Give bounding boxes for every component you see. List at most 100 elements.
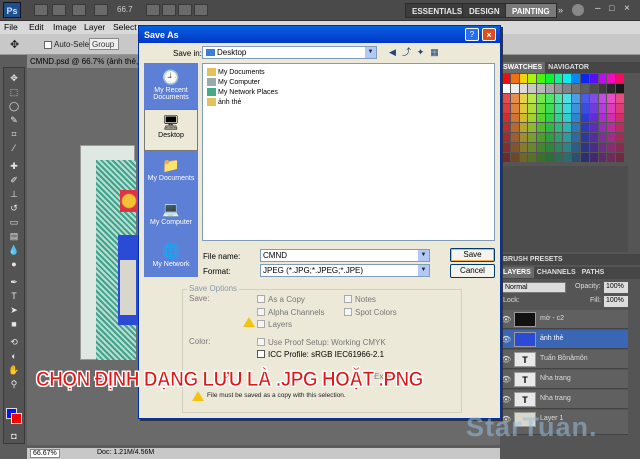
swatch[interactable]: [563, 143, 572, 153]
swatch[interactable]: [616, 153, 624, 162]
document-tab[interactable]: CMND.psd @ 66.7% (ảnh thẻ, RGB/8) *: [27, 55, 147, 68]
swatch[interactable]: [598, 133, 607, 143]
menu-edit[interactable]: Edit: [29, 22, 44, 32]
swatch[interactable]: [598, 143, 607, 153]
swatch[interactable]: [554, 113, 563, 123]
background-color[interactable]: [11, 413, 22, 424]
swatch[interactable]: [519, 153, 528, 162]
workspace-more-icon[interactable]: »: [558, 5, 563, 15]
place-my-network[interactable]: 🌐 My Network: [144, 239, 198, 281]
list-item[interactable]: My Computer: [207, 78, 260, 86]
swatch[interactable]: [528, 113, 537, 123]
swatch[interactable]: [554, 83, 563, 93]
menu-select[interactable]: Select: [113, 22, 137, 32]
hand-tool-icon[interactable]: ✋: [7, 364, 21, 376]
swatch[interactable]: [581, 83, 589, 93]
swatch[interactable]: [572, 74, 581, 83]
fill-field[interactable]: 100%: [604, 296, 628, 307]
swatch[interactable]: [554, 74, 563, 83]
swatch[interactable]: [581, 103, 589, 113]
tab-navigator[interactable]: NAVIGATOR: [545, 62, 592, 73]
blur-tool-icon[interactable]: 💧: [7, 244, 21, 256]
swatch[interactable]: [537, 74, 545, 83]
chevron-down-icon[interactable]: ▼: [418, 265, 429, 276]
hand-icon[interactable]: [146, 4, 160, 16]
eye-icon[interactable]: 👁: [501, 395, 511, 404]
swatch[interactable]: [563, 93, 572, 103]
icc-profile-checkbox[interactable]: [257, 350, 265, 358]
file-name-input[interactable]: CMND ▼: [260, 249, 430, 262]
chevron-down-icon[interactable]: ▼: [418, 250, 429, 261]
swatch[interactable]: [563, 123, 572, 133]
swatch[interactable]: [589, 123, 598, 133]
swatch[interactable]: [528, 143, 537, 153]
format-select[interactable]: JPEG (*.JPG;*.JPEG;*.JPE) ▼: [260, 264, 430, 277]
swatch[interactable]: [607, 83, 616, 93]
swatch[interactable]: [502, 113, 510, 123]
swatch[interactable]: [502, 123, 510, 133]
guides-icon[interactable]: [72, 4, 86, 16]
swatch[interactable]: [510, 74, 519, 83]
swatch[interactable]: [545, 113, 554, 123]
layer-row[interactable]: 👁 T Nha trang: [500, 390, 628, 409]
swatch[interactable]: [537, 143, 545, 153]
swatch[interactable]: [616, 113, 624, 123]
swatch[interactable]: [607, 113, 616, 123]
swatch[interactable]: [510, 143, 519, 153]
swatch[interactable]: [519, 83, 528, 93]
swatch[interactable]: [563, 113, 572, 123]
swatch[interactable]: [528, 123, 537, 133]
screen-mode-icon[interactable]: [194, 4, 208, 16]
cs-live-icon[interactable]: [572, 4, 584, 16]
clone-stamp-tool-icon[interactable]: ⊥: [7, 188, 21, 200]
save-button[interactable]: Save: [450, 248, 495, 262]
quick-select-tool-icon[interactable]: ✎: [7, 114, 21, 126]
bridge-icon[interactable]: [34, 4, 48, 16]
tab-paths[interactable]: PATHS: [578, 267, 608, 278]
swatch[interactable]: [589, 74, 598, 83]
zoom-icon[interactable]: [94, 4, 108, 16]
eye-icon[interactable]: 👁: [501, 315, 511, 324]
swatch[interactable]: [598, 83, 607, 93]
swatch[interactable]: [581, 74, 589, 83]
swatch[interactable]: [537, 103, 545, 113]
swatch[interactable]: [545, 133, 554, 143]
swatch[interactable]: [581, 153, 589, 162]
alpha-channels-checkbox[interactable]: [257, 308, 265, 316]
swatch[interactable]: [510, 103, 519, 113]
zoom-tool-icon[interactable]: ⚲: [7, 378, 21, 390]
spot-colors-checkbox[interactable]: [344, 308, 352, 316]
swatch[interactable]: [554, 133, 563, 143]
swatch[interactable]: [607, 133, 616, 143]
swatch[interactable]: [616, 143, 624, 153]
dodge-tool-icon[interactable]: ●: [7, 258, 21, 270]
swatch[interactable]: [572, 133, 581, 143]
healing-tool-icon[interactable]: ✚: [7, 160, 21, 172]
tab-layers[interactable]: LAYERS: [500, 267, 534, 278]
swatch[interactable]: [537, 93, 545, 103]
swatch[interactable]: [616, 133, 624, 143]
swatch[interactable]: [510, 123, 519, 133]
blend-mode-select[interactable]: Normal: [502, 282, 566, 293]
layers-checkbox[interactable]: [257, 320, 265, 328]
shape-tool-icon[interactable]: ■: [7, 318, 21, 330]
swatch[interactable]: [598, 74, 607, 83]
swatch[interactable]: [510, 83, 519, 93]
layer-row-selected[interactable]: 👁 ảnh thẻ: [500, 330, 628, 349]
swatch[interactable]: [581, 133, 589, 143]
swatch[interactable]: [519, 103, 528, 113]
swatch[interactable]: [528, 83, 537, 93]
3d-rotate-tool-icon[interactable]: ⟲: [7, 336, 21, 348]
close-app-icon[interactable]: ×: [624, 3, 630, 14]
menu-layer[interactable]: Layer: [84, 22, 105, 32]
swatch[interactable]: [545, 74, 554, 83]
swatch[interactable]: [589, 113, 598, 123]
swatch[interactable]: [563, 153, 572, 162]
swatch[interactable]: [616, 123, 624, 133]
swatch[interactable]: [502, 143, 510, 153]
gradient-tool-icon[interactable]: ▤: [7, 230, 21, 242]
marquee-tool-icon[interactable]: ⬚: [7, 86, 21, 98]
swatch[interactable]: [589, 133, 598, 143]
swatch[interactable]: [581, 123, 589, 133]
swatch[interactable]: [607, 123, 616, 133]
